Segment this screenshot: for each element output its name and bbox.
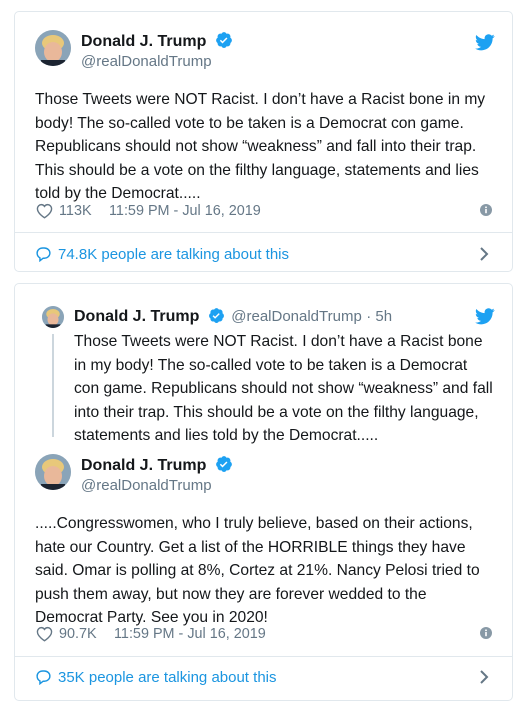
heart-icon[interactable] <box>36 626 53 647</box>
twitter-bird-icon[interactable] <box>475 34 495 56</box>
talking-link[interactable]: 74.8K people are talking about this <box>58 246 289 263</box>
author-handle[interactable]: @realDonaldTrump <box>81 53 212 70</box>
tweet-timestamp[interactable]: 11:59 PM - Jul 16, 2019 <box>114 626 266 642</box>
tweet-text: Those Tweets were NOT Racist. I don’t ha… <box>35 91 486 202</box>
chevron-right-icon[interactable] <box>479 246 489 267</box>
avatar[interactable] <box>35 454 71 490</box>
heart-icon[interactable] <box>36 203 53 224</box>
like-count[interactable]: 90.7K <box>59 626 97 642</box>
quoted-header: Donald J. Trump @realDonaldTrump · 5h <box>74 307 392 326</box>
info-icon[interactable] <box>480 626 492 644</box>
divider <box>15 232 512 233</box>
quoted-time-ago[interactable]: · 5h <box>366 308 392 325</box>
thread-line <box>52 334 54 437</box>
chevron-right-icon[interactable] <box>479 669 489 690</box>
twitter-bird-icon[interactable] <box>475 308 495 330</box>
verified-badge-icon <box>215 32 232 48</box>
verified-badge-icon <box>215 456 232 472</box>
like-count[interactable]: 113K <box>59 203 92 219</box>
author-name[interactable]: Donald J. Trump <box>81 31 233 51</box>
avatar[interactable] <box>35 30 71 66</box>
chat-bubble-icon[interactable] <box>35 246 52 267</box>
verified-badge-icon <box>208 308 224 323</box>
author-name[interactable]: Donald J. Trump <box>81 455 233 475</box>
tweet-card-2: Donald J. Trump @realDonaldTrump · 5h Th… <box>14 283 513 701</box>
tweet-text: .....Congresswomen, who I truly believe,… <box>35 515 480 626</box>
tweet-card-1: Donald J. Trump @realDonaldTrump Those T… <box>14 11 513 272</box>
quoted-tweet-text: Those Tweets were NOT Racist. I don’t ha… <box>74 333 493 444</box>
quoted-author-handle[interactable]: @realDonaldTrump <box>231 308 362 325</box>
divider <box>15 656 512 657</box>
quoted-author-name[interactable]: Donald J. Trump <box>74 308 199 325</box>
author-handle[interactable]: @realDonaldTrump <box>81 477 212 494</box>
info-icon[interactable] <box>480 203 492 221</box>
chat-bubble-icon[interactable] <box>35 669 52 690</box>
tweet-timestamp[interactable]: 11:59 PM - Jul 16, 2019 <box>109 203 261 219</box>
talking-link[interactable]: 35K people are talking about this <box>58 669 277 686</box>
quoted-avatar[interactable] <box>42 306 64 328</box>
